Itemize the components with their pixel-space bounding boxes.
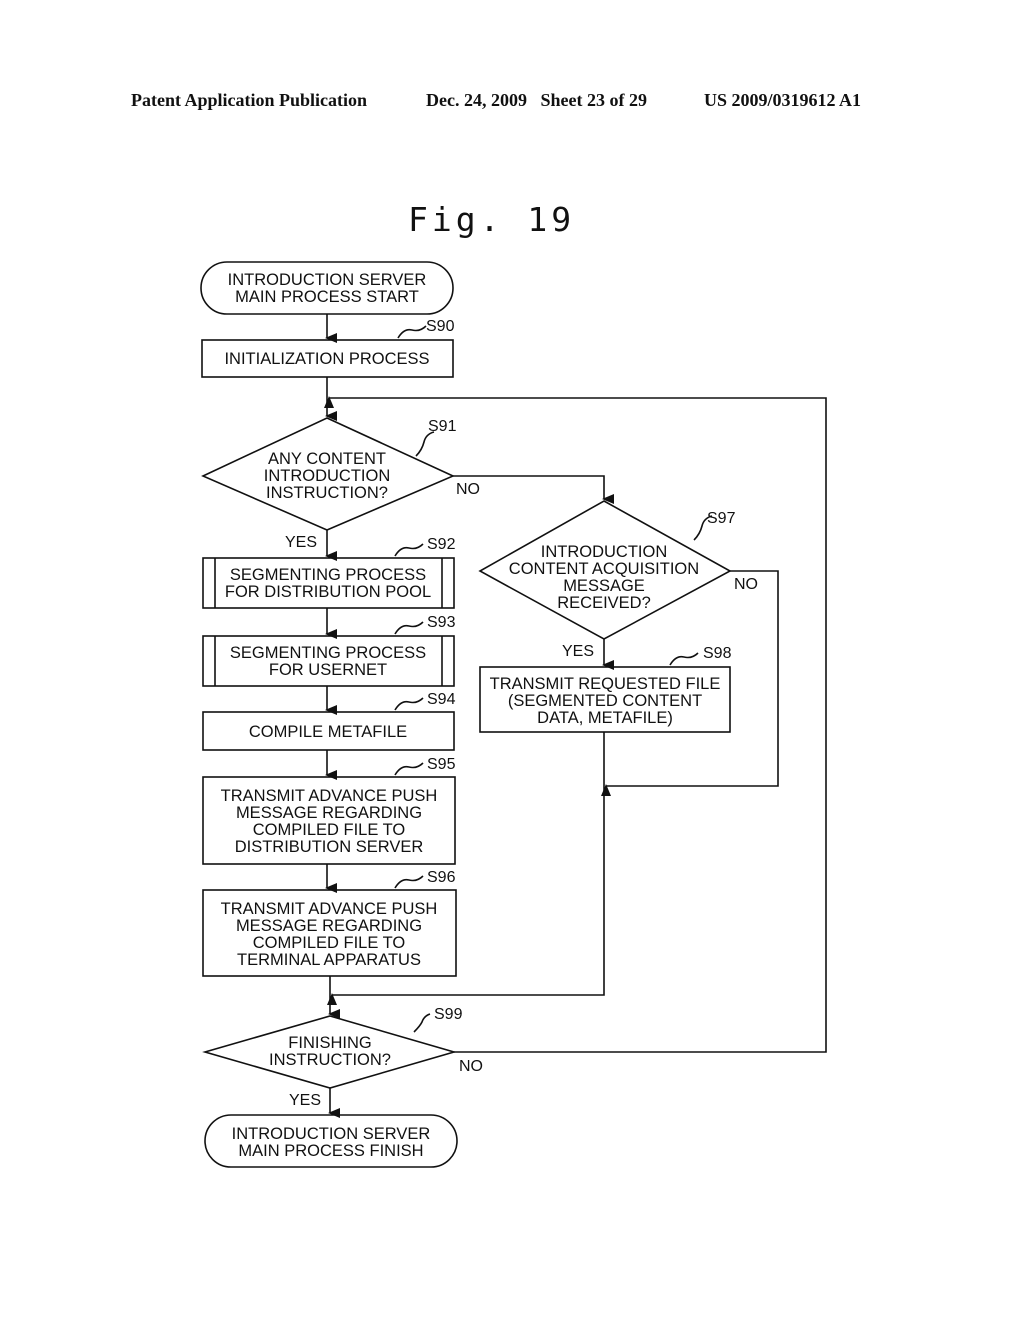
s91-label: S91 bbox=[428, 418, 457, 435]
s95-line-2: MESSAGE REGARDING bbox=[236, 804, 422, 822]
s98-line-3: DATA, METAFILE) bbox=[537, 709, 673, 727]
s90-text: INITIALIZATION PROCESS bbox=[224, 350, 429, 368]
s97-yes-label: YES bbox=[562, 643, 594, 660]
s96-label: S96 bbox=[427, 869, 456, 886]
s94-text: COMPILE METAFILE bbox=[249, 723, 407, 741]
s99-label: S99 bbox=[434, 1006, 463, 1023]
s98-line-1: TRANSMIT REQUESTED FILE bbox=[490, 675, 721, 693]
s92-line-2: FOR DISTRIBUTION POOL bbox=[225, 583, 431, 601]
s97-line-4: RECEIVED? bbox=[557, 594, 651, 612]
s91-line-3: INSTRUCTION? bbox=[266, 484, 388, 502]
s93-line-1: SEGMENTING PROCESS bbox=[230, 644, 426, 662]
s91-line-2: INTRODUCTION bbox=[264, 467, 391, 485]
s97-label: S97 bbox=[707, 510, 736, 527]
s96-line-4: TERMINAL APPARATUS bbox=[237, 951, 421, 969]
s95-line-1: TRANSMIT ADVANCE PUSH bbox=[221, 787, 438, 805]
s95-line-4: DISTRIBUTION SERVER bbox=[235, 838, 424, 856]
s95-label: S95 bbox=[427, 756, 456, 773]
s91-no-label: NO bbox=[456, 481, 480, 498]
s92-line-1: SEGMENTING PROCESS bbox=[230, 566, 426, 584]
start-line-1: INTRODUCTION SERVER bbox=[228, 271, 427, 289]
s99-yes-label: YES bbox=[289, 1092, 321, 1109]
s98-label: S98 bbox=[703, 645, 732, 662]
s93-line-2: FOR USERNET bbox=[269, 661, 387, 679]
s92-label: S92 bbox=[427, 536, 456, 553]
s96-line-3: COMPILED FILE TO bbox=[253, 934, 406, 952]
finish-line-1: INTRODUCTION SERVER bbox=[232, 1125, 431, 1143]
flowchart: INTRODUCTION SERVER MAIN PROCESS START I… bbox=[200, 261, 827, 1168]
s97-line-2: CONTENT ACQUISITION bbox=[509, 560, 699, 578]
s96-line-2: MESSAGE REGARDING bbox=[236, 917, 422, 935]
s96-line-1: TRANSMIT ADVANCE PUSH bbox=[221, 900, 438, 918]
start-line-2: MAIN PROCESS START bbox=[235, 288, 419, 306]
s99-no-label: NO bbox=[459, 1058, 483, 1075]
s94-label: S94 bbox=[427, 691, 456, 708]
s90-label: S90 bbox=[426, 318, 455, 335]
s91-line-1: ANY CONTENT bbox=[268, 450, 386, 468]
s98-line-2: (SEGMENTED CONTENT bbox=[508, 692, 702, 710]
s93-label: S93 bbox=[427, 614, 456, 631]
s97-line-3: MESSAGE bbox=[563, 577, 645, 595]
finish-line-2: MAIN PROCESS FINISH bbox=[238, 1142, 423, 1160]
s97-line-1: INTRODUCTION bbox=[541, 543, 668, 561]
s99-line-2: INSTRUCTION? bbox=[269, 1051, 391, 1069]
s91-yes-label: YES bbox=[285, 534, 317, 551]
s99-line-1: FINISHING bbox=[288, 1034, 371, 1052]
s95-line-3: COMPILED FILE TO bbox=[253, 821, 406, 839]
s97-no-label: NO bbox=[734, 576, 758, 593]
